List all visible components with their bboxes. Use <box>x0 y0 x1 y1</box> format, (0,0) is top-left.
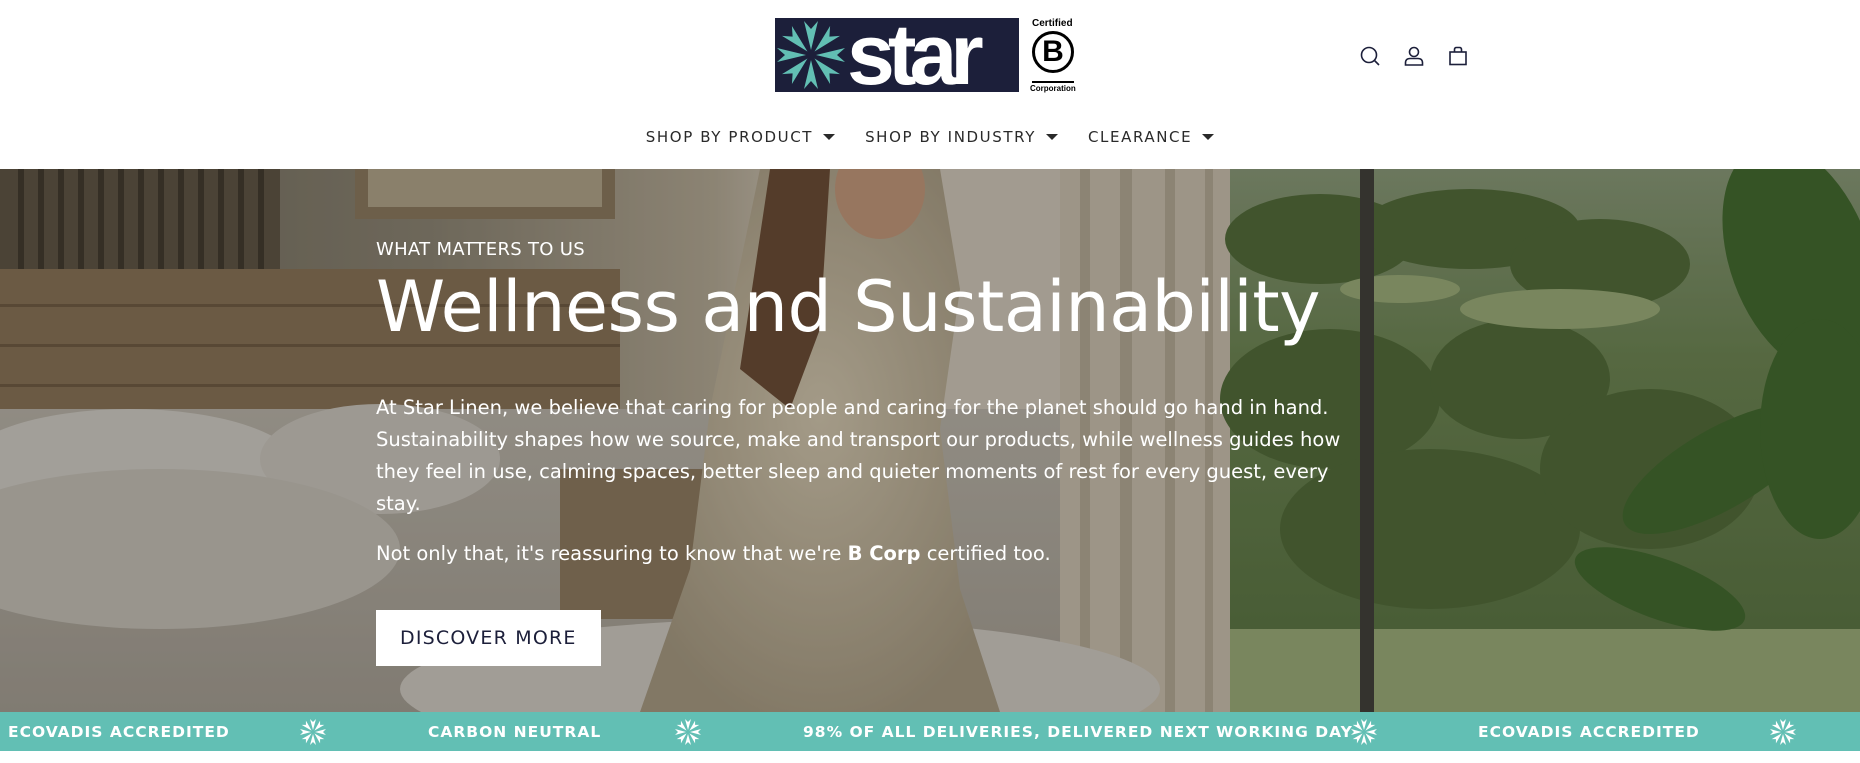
bcorp-corporation-text: Corporation <box>1030 84 1076 93</box>
logo-mark: star <box>775 18 1019 92</box>
nav-label: SHOP BY PRODUCT <box>645 128 814 146</box>
hero-banner: WHAT MATTERS TO US Wellness and Sustaina… <box>0 169 1860 712</box>
star-logo[interactable]: star Certified B Corporation <box>775 18 1077 94</box>
star-icon <box>300 719 326 745</box>
hero-bcorp-text-after: certified too. <box>920 542 1051 565</box>
hero-paragraph: At Star Linen, we believe that caring fo… <box>376 396 1341 515</box>
discover-more-button[interactable]: DISCOVER MORE <box>376 610 601 666</box>
caret-down-icon <box>823 134 836 140</box>
logo-wordmark: star <box>847 18 984 92</box>
hero-eyebrow: WHAT MATTERS TO US <box>376 239 585 260</box>
hero-bcorp-text-before: Not only that, it's reassuring to know t… <box>376 542 848 565</box>
bcorp-divider <box>1032 81 1074 83</box>
caret-down-icon <box>1202 134 1215 140</box>
main-nav: SHOP BY PRODUCT SHOP BY INDUSTRY CLEARAN… <box>0 128 1860 146</box>
page-bottom-strip <box>0 751 1860 763</box>
ticker-item: CARBON NEUTRAL <box>428 722 602 741</box>
caret-down-icon <box>1045 134 1058 140</box>
bcorp-badge: Certified B Corporation <box>1030 18 1078 94</box>
bcorp-b-letter: B <box>1032 31 1074 73</box>
site-header: star Certified B Corporation SHOP BY PRO… <box>0 0 1860 169</box>
star-icon <box>1351 719 1377 745</box>
nav-shop-by-industry[interactable]: SHOP BY INDUSTRY <box>865 128 1058 146</box>
ticker-item: ECOVADIS ACCREDITED <box>1478 722 1700 741</box>
hero-content: WHAT MATTERS TO US Wellness and Sustaina… <box>376 239 1356 666</box>
cart-icon[interactable] <box>1446 44 1470 68</box>
usp-ticker: ECOVADIS ACCREDITED CARBON NEUTRAL 98% O… <box>0 712 1860 751</box>
hero-headline: Wellness and Sustainability <box>376 266 1321 348</box>
nav-shop-by-product[interactable]: SHOP BY PRODUCT <box>645 128 836 146</box>
star-icon <box>1770 719 1796 745</box>
account-icon[interactable] <box>1402 44 1426 68</box>
star-icon <box>675 719 701 745</box>
bcorp-certified-text: Certified <box>1032 18 1073 29</box>
nav-label: CLEARANCE <box>1087 128 1193 146</box>
nav-clearance[interactable]: CLEARANCE <box>1087 128 1215 146</box>
ticker-item: 98% OF ALL DELIVERIES, DELIVERED NEXT WO… <box>803 722 1353 741</box>
hero-bcorp-link: B Corp <box>847 542 921 565</box>
ticker-item: ECOVADIS ACCREDITED <box>8 722 230 741</box>
hero-bcorp-paragraph: Not only that, it's reassuring to know t… <box>376 538 1356 570</box>
nav-label: SHOP BY INDUSTRY <box>865 128 1036 146</box>
search-icon[interactable] <box>1358 44 1382 68</box>
header-icons <box>1358 44 1470 68</box>
